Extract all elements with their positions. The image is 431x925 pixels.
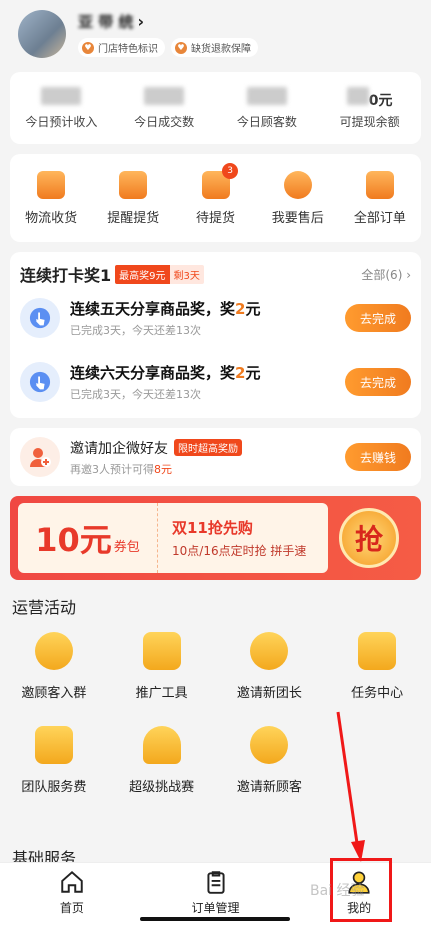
profile-info: 亚 带 统 › ♥ 门店特色标识 ♥ 缺货退款保障 bbox=[78, 11, 258, 57]
add-customer-icon bbox=[250, 726, 289, 764]
stat-label: 可提现余额 bbox=[339, 114, 400, 129]
stats-card: 今日预计收入 今日成交数 今日顾客数 0元可提现余额 bbox=[10, 72, 421, 144]
task-item: 连续五天分享商品奖，奖2元 已完成3天，今天还差13次 去完成 bbox=[20, 286, 411, 350]
store-tag: ♥ 缺货退款保障 bbox=[171, 38, 258, 57]
store-tags: ♥ 门店特色标识 ♥ 缺货退款保障 bbox=[78, 38, 258, 57]
coupon-info: 双11抢先购 10点/16点定时抢 拼手速 bbox=[158, 517, 306, 559]
promo-tool-icon bbox=[142, 632, 181, 670]
home-icon bbox=[59, 869, 85, 895]
orders-card: 物流收货 提醒提货 3 待提货 我要售后 全部订单 bbox=[10, 154, 421, 242]
badge-icon: ♥ bbox=[175, 41, 187, 54]
add-user-icon bbox=[20, 437, 60, 477]
task-progress: 已完成3天，今天还差13次 bbox=[70, 388, 201, 401]
order-remind[interactable]: 提醒提货 bbox=[92, 170, 174, 226]
tasks-title: 连续打卡奖1 bbox=[20, 266, 112, 285]
stat-value: 0元 bbox=[318, 86, 421, 109]
stat-label: 今日成交数 bbox=[134, 114, 195, 129]
stat-value-blurred bbox=[113, 86, 216, 109]
invite-title: 邀请加企微好友 限时超高奖励 bbox=[70, 438, 345, 458]
order-pickup[interactable]: 3 待提货 bbox=[174, 162, 256, 226]
coupon-title: 双11抢先购 bbox=[172, 519, 253, 537]
tab-orders[interactable]: 订单管理 bbox=[144, 863, 288, 925]
stat-value-blurred bbox=[216, 86, 319, 109]
task-progress: 已完成3天，今天还差13次 bbox=[70, 324, 201, 337]
order-all[interactable]: 全部订单 bbox=[339, 170, 421, 226]
store-tag: ♥ 门店特色标识 bbox=[78, 38, 165, 57]
profile-header: 亚 带 统 › ♥ 门店特色标识 ♥ 缺货退款保障 bbox=[0, 0, 431, 68]
tasks-header: 连续打卡奖1 最高奖9元 剩3天 全部(6) › bbox=[20, 262, 411, 286]
task-item: 连续六天分享商品奖，奖2元 已完成3天，今天还差13次 去完成 bbox=[20, 350, 411, 414]
stat-customers[interactable]: 今日顾客数 bbox=[216, 86, 319, 130]
days-left-pill: 剩3天 bbox=[169, 264, 204, 284]
limited-reward-tag: 限时超高奖励 bbox=[174, 439, 242, 456]
promo-banner[interactable]: 10元 券包 双11抢先购 10点/16点定时抢 拼手速 抢 bbox=[10, 496, 421, 580]
clipboard-icon bbox=[203, 869, 229, 895]
stat-label: 今日顾客数 bbox=[236, 114, 297, 129]
max-reward-pill: 最高奖9元 bbox=[115, 264, 170, 284]
op-promo-tools[interactable]: 推广工具 bbox=[108, 626, 216, 720]
service-fee-icon bbox=[34, 726, 73, 764]
tap-hand-icon bbox=[20, 362, 60, 402]
coupon-unit: 券包 bbox=[113, 540, 140, 555]
complete-task-button[interactable]: 去完成 bbox=[345, 304, 411, 332]
op-invite-leader[interactable]: 邀请新团长 bbox=[216, 626, 324, 720]
refund-icon bbox=[283, 170, 312, 199]
chevron-right-icon: › bbox=[137, 12, 145, 31]
op-challenge[interactable]: 超级挑战赛 bbox=[108, 720, 216, 814]
tasks-more-link[interactable]: 全部(6) › bbox=[361, 266, 411, 283]
op-service-fee[interactable]: 团队服务费 bbox=[0, 720, 108, 814]
op-task-center[interactable]: 任务中心 bbox=[323, 626, 431, 720]
op-invite-customer[interactable]: 邀请新顾客 bbox=[216, 720, 324, 814]
task-clipboard-icon bbox=[358, 632, 397, 670]
task-body: 连续六天分享商品奖，奖2元 已完成3天，今天还差13次 bbox=[70, 362, 345, 402]
invite-sub: 再邀3人预计可得8元 bbox=[70, 462, 172, 476]
invite-body: 邀请加企微好友 限时超高奖励 再邀3人预计可得8元 bbox=[70, 438, 345, 477]
coupon-amount: 10元 bbox=[35, 521, 112, 559]
op-invite-group[interactable]: 邀顾客入群 bbox=[0, 626, 108, 720]
badge-icon: ♥ bbox=[82, 41, 94, 54]
group-chat-icon bbox=[34, 632, 73, 670]
coupon-amount-area: 10元 券包 bbox=[18, 503, 158, 573]
stat-income[interactable]: 今日预计收入 bbox=[10, 86, 113, 130]
stat-balance[interactable]: 0元可提现余额 bbox=[318, 86, 421, 130]
trophy-icon bbox=[142, 726, 181, 764]
checkin-tasks-card: 连续打卡奖1 最高奖9元 剩3天 全部(6) › 连续五天分享商品奖，奖2元 已… bbox=[10, 252, 421, 418]
truck-icon bbox=[37, 170, 66, 199]
task-title: 连续五天分享商品奖，奖2元 bbox=[70, 300, 261, 318]
invite-card: 邀请加企微好友 限时超高奖励 再邀3人预计可得8元 去赚钱 bbox=[10, 428, 421, 486]
stat-deals[interactable]: 今日成交数 bbox=[113, 86, 216, 130]
tab-home[interactable]: 首页 bbox=[0, 863, 144, 925]
task-title: 连续六天分享商品奖，奖2元 bbox=[70, 364, 261, 382]
store-name-text: 亚 带 统 bbox=[78, 13, 134, 31]
coupon-card: 10元 券包 双11抢先购 10点/16点定时抢 拼手速 bbox=[18, 503, 328, 573]
coupon-sub: 10点/16点定时抢 拼手速 bbox=[172, 544, 307, 558]
operations-title: 运营活动 bbox=[12, 598, 77, 617]
grab-button[interactable]: 抢 bbox=[339, 508, 399, 568]
stat-label: 今日预计收入 bbox=[25, 114, 98, 129]
list-icon bbox=[365, 170, 394, 199]
megaphone-icon bbox=[119, 170, 148, 199]
add-leader-icon bbox=[250, 632, 289, 670]
tap-hand-icon bbox=[20, 298, 60, 338]
order-logistics[interactable]: 物流收货 bbox=[10, 170, 92, 226]
highlight-box bbox=[330, 858, 392, 922]
earn-money-button[interactable]: 去赚钱 bbox=[345, 443, 411, 471]
order-aftersale[interactable]: 我要售后 bbox=[257, 170, 339, 226]
count-badge: 3 bbox=[222, 162, 239, 179]
store-name[interactable]: 亚 带 统 › bbox=[78, 11, 258, 32]
home-indicator bbox=[140, 917, 290, 921]
complete-task-button[interactable]: 去完成 bbox=[345, 368, 411, 396]
task-body: 连续五天分享商品奖，奖2元 已完成3天，今天还差13次 bbox=[70, 298, 345, 338]
store-avatar[interactable] bbox=[18, 10, 66, 58]
operations-grid: 邀顾客入群 推广工具 邀请新团长 任务中心 团队服务费 超级挑战赛 邀请新顾客 bbox=[0, 626, 431, 814]
stat-value-blurred bbox=[10, 86, 113, 109]
